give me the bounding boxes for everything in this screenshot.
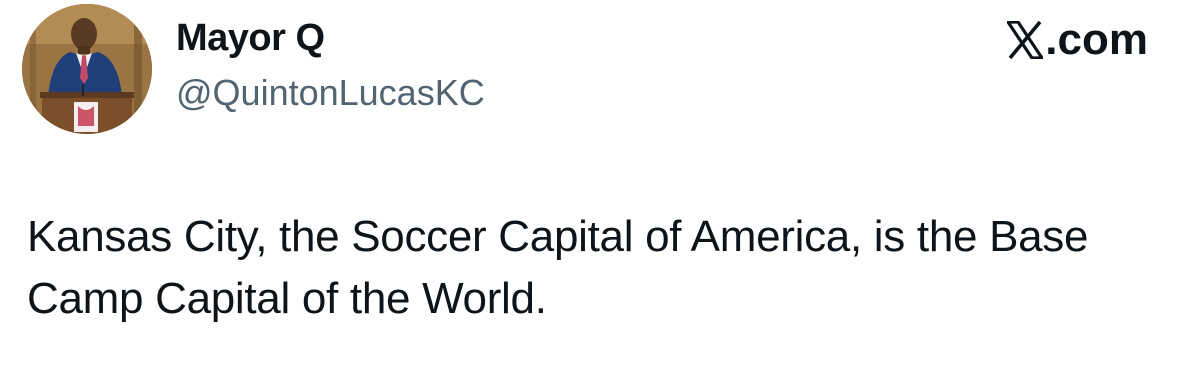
author-handle[interactable]: @QuintonLucasKC xyxy=(176,70,485,116)
tweet-card: Mayor Q @QuintonLucasKC .com Kansas City… xyxy=(0,0,1200,365)
author-display-name[interactable]: Mayor Q xyxy=(176,14,325,62)
source-domain-suffix: .com xyxy=(1045,15,1148,64)
avatar[interactable] xyxy=(22,4,152,134)
x-logo-icon xyxy=(1007,21,1044,59)
tweet-text: Kansas City, the Soccer Capital of Ameri… xyxy=(27,212,1089,323)
source-watermark: .com xyxy=(1007,14,1148,66)
avatar-photo-icon xyxy=(22,4,152,134)
